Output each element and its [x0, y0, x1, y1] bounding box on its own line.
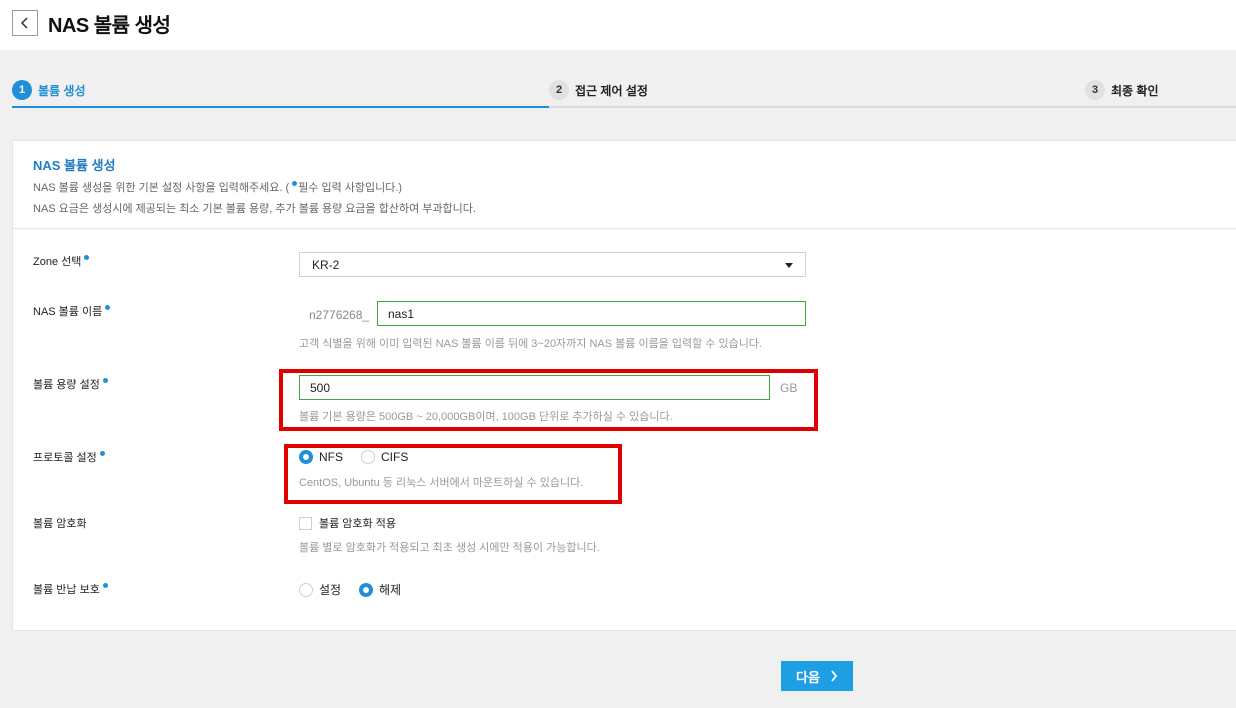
back-button[interactable] — [12, 10, 38, 36]
next-button[interactable]: 다음 — [781, 661, 853, 691]
required-dot-icon — [102, 583, 108, 588]
volume-name-label: NAS 볼륨 이름 — [33, 303, 111, 319]
required-dot-icon — [84, 255, 90, 260]
panel-title: NAS 볼륨 생성 — [33, 158, 116, 173]
stepper: 1 볼륨 생성 2 접근 제어 설정 3 최종 확인 — [0, 50, 1236, 110]
encryption-checkbox-row[interactable]: 볼륨 암호화 적용 — [299, 515, 396, 531]
volume-size-label: 볼륨 용량 설정 — [33, 376, 109, 392]
required-dot-icon — [102, 378, 108, 383]
step-access-control[interactable]: 2 접근 제어 설정 — [549, 80, 648, 100]
zone-select-value: KR-2 — [312, 258, 340, 272]
radio-label: 설정 — [319, 583, 342, 597]
step-volume-create[interactable]: 1 볼륨 생성 — [12, 80, 86, 100]
page-title: NAS 볼륨 생성 — [48, 15, 171, 37]
required-dot-icon — [99, 451, 105, 456]
panel-description: NAS 볼륨 생성을 위한 기본 설정 사항을 입력해주세요. ( 필수 입력 사… — [33, 179, 402, 195]
desc-text: NAS 볼륨 생성을 위한 기본 설정 사항을 입력해주세요. ( — [33, 182, 290, 194]
label-text: 프로토콜 설정 — [33, 452, 97, 464]
annotation-highlight-size — [279, 369, 818, 431]
volume-name-input[interactable] — [377, 301, 806, 326]
radio-label: 해제 — [379, 583, 402, 597]
encryption-checkbox[interactable] — [299, 516, 312, 530]
label-text: NAS 볼륨 이름 — [33, 306, 103, 318]
chevron-left-icon — [20, 17, 28, 29]
step-number: 3 — [1085, 80, 1105, 100]
volume-name-prefix: n2776268_ — [309, 308, 370, 322]
step-progress-bar — [12, 106, 549, 108]
return-protect-label: 볼륨 반납 보호 — [33, 581, 109, 597]
next-button-label: 다음 — [796, 669, 820, 685]
volume-name-hint: 고객 식별을 위해 이미 입력된 NAS 볼륨 이름 뒤에 3~20자까지 NA… — [299, 338, 762, 350]
required-dot-icon — [292, 181, 298, 186]
chevron-right-icon — [831, 670, 838, 682]
label-text: Zone 선택 — [33, 256, 82, 268]
step-number: 1 — [12, 80, 32, 100]
protocol-label: 프로토콜 설정 — [33, 449, 106, 465]
zone-label: Zone 선택 — [33, 253, 90, 269]
step-number: 2 — [549, 80, 569, 100]
label-text: 볼륨 용량 설정 — [33, 379, 100, 391]
annotation-highlight-protocol — [284, 444, 622, 504]
radio-circle — [359, 582, 373, 597]
encryption-label: 볼륨 암호화 — [33, 518, 87, 530]
return-protect-radio-unset[interactable]: 해제 — [359, 581, 401, 598]
required-dot-icon — [105, 305, 111, 310]
step-label: 최종 확인 — [1111, 83, 1159, 98]
panel-header: NAS 볼륨 생성 NAS 볼륨 생성을 위한 기본 설정 사항을 입력해주세요… — [13, 141, 1236, 229]
zone-select[interactable]: KR-2 — [299, 252, 806, 277]
encryption-hint: 볼륨 별로 암호화가 적용되고 최초 생성 시에만 적용이 가능합니다. — [299, 542, 600, 554]
top-bar: NAS 볼륨 생성 — [0, 0, 1236, 50]
return-protect-radio-set[interactable]: 설정 — [299, 581, 341, 598]
radio-circle — [299, 582, 313, 597]
caret-down-icon — [785, 263, 793, 268]
panel-fee-note: NAS 요금은 생성시에 제공되는 최소 기본 볼륨 용량, 추가 볼륨 용량 … — [33, 203, 476, 215]
label-text: 볼륨 반납 보호 — [33, 584, 100, 596]
step-label: 접근 제어 설정 — [575, 83, 648, 98]
checkbox-label: 볼륨 암호화 적용 — [319, 518, 396, 530]
desc-text: 필수 입력 사항입니다.) — [298, 182, 403, 194]
step-label: 볼륨 생성 — [38, 83, 86, 98]
step-final-confirm[interactable]: 3 최종 확인 — [1085, 80, 1159, 100]
